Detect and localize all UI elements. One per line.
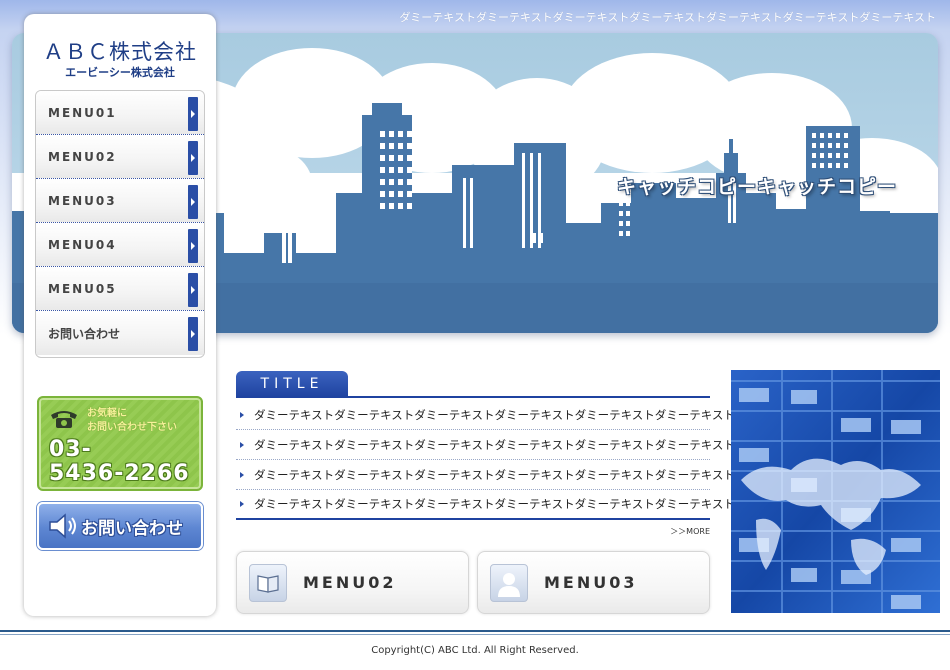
bullet-arrow-icon (240, 441, 244, 448)
card-menu02[interactable]: MENU02 (236, 551, 469, 614)
footer-divider (0, 630, 950, 632)
telephone-icon (51, 411, 77, 428)
footer-copyright: Copyright(C) ABC Ltd. All Right Reserved… (371, 645, 579, 656)
news-item-text: ダミーテキストダミーテキストダミーテキストダミーテキストダミーテキストダミーテキ… (254, 437, 735, 452)
phone-number: 03- 5436-2266 (49, 438, 199, 486)
sidebar-item-menu01[interactable]: MENU01 (36, 91, 204, 135)
chevron-right-icon (188, 185, 198, 219)
person-icon-graphic (498, 572, 520, 597)
section-title-rule (236, 396, 710, 398)
card-menu03[interactable]: MENU03 (477, 551, 710, 614)
news-item[interactable]: ダミーテキストダミーテキストダミーテキストダミーテキストダミーテキストダミーテキ… (236, 430, 735, 460)
bullet-arrow-icon (240, 471, 244, 478)
book-icon-graphic (257, 574, 279, 593)
card-label: MENU02 (303, 573, 397, 592)
sidebar-item-menu02[interactable]: MENU02 (36, 135, 204, 179)
news-list: ダミーテキストダミーテキストダミーテキストダミーテキストダミーテキストダミーテキ… (236, 400, 735, 520)
more-link[interactable]: ＞＞MORE (600, 526, 710, 537)
stock-board-world-map-image (731, 370, 940, 613)
news-item[interactable]: ダミーテキストダミーテキストダミーテキストダミーテキストダミーテキストダミーテキ… (236, 460, 735, 490)
person-icon (490, 563, 528, 602)
sidebar-item-label: お問い合わせ (48, 326, 121, 341)
chevron-right-icon (188, 273, 198, 307)
sidebar-menu: MENU01 MENU02 MENU03 MENU04 MENU05 お問い合わ… (35, 90, 205, 358)
chevron-right-icon (188, 229, 198, 263)
news-item[interactable]: ダミーテキストダミーテキストダミーテキストダミーテキストダミーテキストダミーテキ… (236, 400, 735, 430)
bullet-arrow-icon (240, 411, 244, 418)
card-label: MENU03 (544, 573, 638, 592)
sidebar-item-label: MENU05 (48, 281, 117, 296)
book-icon (249, 563, 287, 602)
phone-number-line2: 5436-2266 (49, 461, 190, 486)
phone-banner[interactable]: お気軽に お問い合わせ下さい 03- 5436-2266 (37, 396, 203, 491)
company-logo-kana: エービーシー株式会社 (65, 66, 175, 79)
sidebar-item-menu03[interactable]: MENU03 (36, 179, 204, 223)
contact-button[interactable]: お問い合わせ (37, 502, 203, 550)
sidebar-item-label: MENU01 (48, 105, 117, 120)
phone-note: お気軽に お問い合わせ下さい (87, 407, 177, 435)
chevron-right-icon (188, 141, 198, 175)
sidebar-item-label: MENU03 (48, 193, 117, 208)
speaker-icon (49, 513, 76, 539)
bullet-arrow-icon (240, 501, 244, 507)
phone-number-line1: 03- (49, 437, 92, 462)
news-item-text: ダミーテキストダミーテキストダミーテキストダミーテキストダミーテキストダミーテキ… (254, 467, 735, 482)
sidebar: ＡＢＣ株式会社 エービーシー株式会社 MENU01 MENU02 MENU03 … (24, 14, 216, 616)
hero-catchcopy: キャッチコピーキャッチコピー (617, 176, 898, 198)
footer-divider-thin (0, 634, 950, 635)
news-item-text: ダミーテキストダミーテキストダミーテキストダミーテキストダミーテキストダミーテキ… (254, 407, 735, 422)
sidebar-item-label: MENU04 (48, 237, 117, 252)
chevron-right-icon (188, 317, 198, 351)
sidebar-item-contact[interactable]: お問い合わせ (36, 311, 204, 355)
contact-button-label: お問い合わせ (81, 518, 183, 539)
chevron-right-icon (188, 97, 198, 131)
section-title-tab: TITLE (236, 371, 348, 397)
sidebar-item-menu05[interactable]: MENU05 (36, 267, 204, 311)
phone-note-line1: お気軽に (87, 408, 127, 419)
sidebar-item-label: MENU02 (48, 149, 117, 164)
news-item-text: ダミーテキストダミーテキストダミーテキストダミーテキストダミーテキストダミーテキ… (254, 497, 735, 511)
sidebar-item-menu04[interactable]: MENU04 (36, 223, 204, 267)
header-tagline: ダミーテキストダミーテキストダミーテキストダミーテキストダミーテキストダミーテキ… (399, 11, 936, 24)
phone-note-line2: お問い合わせ下さい (87, 422, 177, 433)
news-item[interactable]: ダミーテキストダミーテキストダミーテキストダミーテキストダミーテキストダミーテキ… (236, 490, 735, 520)
stock-board-photo (731, 370, 940, 613)
company-logo[interactable]: ＡＢＣ株式会社 (24, 36, 216, 66)
section-title: TITLE (260, 376, 324, 392)
